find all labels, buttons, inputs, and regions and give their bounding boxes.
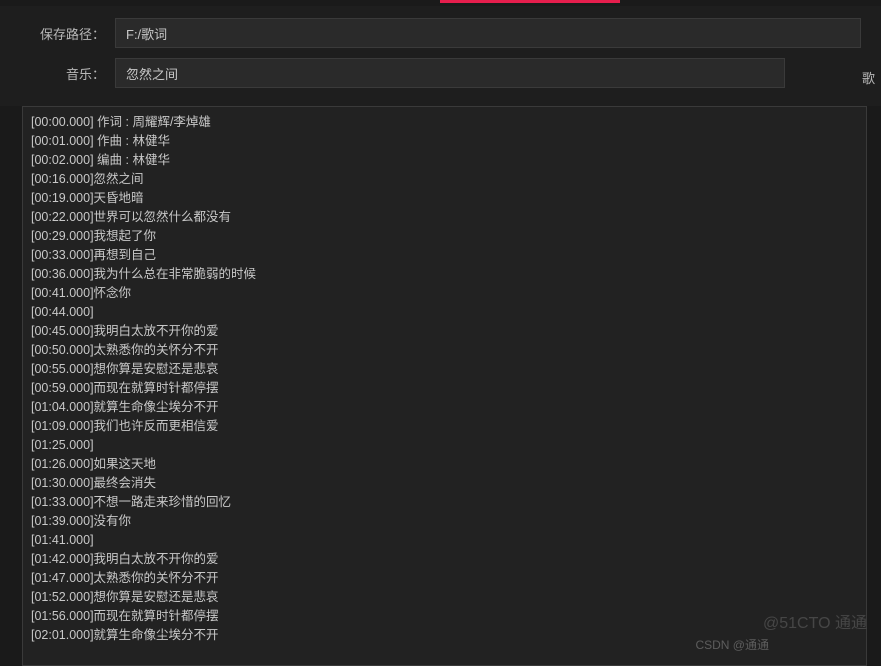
- lyric-line: [00:55.000]想你算是安慰还是悲哀: [31, 360, 858, 379]
- form-area: 保存路径： 音乐： 歌: [0, 6, 881, 106]
- lyric-line: [01:56.000]而现在就算时针都停摆: [31, 607, 858, 626]
- lyric-line: [00:02.000] 编曲 : 林健华: [31, 151, 858, 170]
- lyric-line: [00:22.000]世界可以忽然什么都没有: [31, 208, 858, 227]
- lyric-line: [00:59.000]而现在就算时针都停摆: [31, 379, 858, 398]
- lyric-line: [01:47.000]太熟悉你的关怀分不开: [31, 569, 858, 588]
- save-path-label: 保存路径：: [0, 24, 115, 43]
- lyric-line: [00:19.000]天昏地暗: [31, 189, 858, 208]
- lyric-line: [01:09.000]我们也许反而更相信爱: [31, 417, 858, 436]
- lyric-line: [01:41.000]: [31, 531, 858, 550]
- music-input[interactable]: [115, 58, 785, 88]
- lyric-line: [01:04.000]就算生命像尘埃分不开: [31, 398, 858, 417]
- lyric-line: [01:39.000]没有你: [31, 512, 858, 531]
- lyric-line: [00:36.000]我为什么总在非常脆弱的时候: [31, 265, 858, 284]
- lyric-line: [00:41.000]怀念你: [31, 284, 858, 303]
- lyric-line: [00:00.000] 作词 : 周耀辉/李焯雄: [31, 113, 858, 132]
- lyric-line: [01:42.000]我明白太放不开你的爱: [31, 550, 858, 569]
- active-tab-accent: [440, 0, 620, 3]
- lyric-line: [00:44.000]: [31, 303, 858, 322]
- lyric-line: [01:33.000]不想一路走来珍惜的回忆: [31, 493, 858, 512]
- lyrics-side-label: 歌: [862, 68, 875, 87]
- save-path-row: 保存路径：: [0, 18, 881, 48]
- lyric-line: [00:33.000]再想到自己: [31, 246, 858, 265]
- lyric-line: [00:45.000]我明白太放不开你的爱: [31, 322, 858, 341]
- music-row: 音乐：: [0, 58, 881, 88]
- save-path-input[interactable]: [115, 18, 861, 48]
- lyric-line: [01:25.000]: [31, 436, 858, 455]
- lyrics-panel[interactable]: [00:00.000] 作词 : 周耀辉/李焯雄[00:01.000] 作曲 :…: [22, 106, 867, 666]
- lyric-line: [00:01.000] 作曲 : 林健华: [31, 132, 858, 151]
- lyric-line: [01:52.000]想你算是安慰还是悲哀: [31, 588, 858, 607]
- lyric-line: [00:50.000]太熟悉你的关怀分不开: [31, 341, 858, 360]
- lyric-line: [00:16.000]忽然之间: [31, 170, 858, 189]
- lyric-line: [00:29.000]我想起了你: [31, 227, 858, 246]
- top-bar: [0, 0, 881, 6]
- lyric-line: [01:30.000]最终会消失: [31, 474, 858, 493]
- lyric-line: [01:26.000]如果这天地: [31, 455, 858, 474]
- music-label: 音乐：: [0, 64, 115, 83]
- lyric-line: [02:01.000]就算生命像尘埃分不开: [31, 626, 858, 645]
